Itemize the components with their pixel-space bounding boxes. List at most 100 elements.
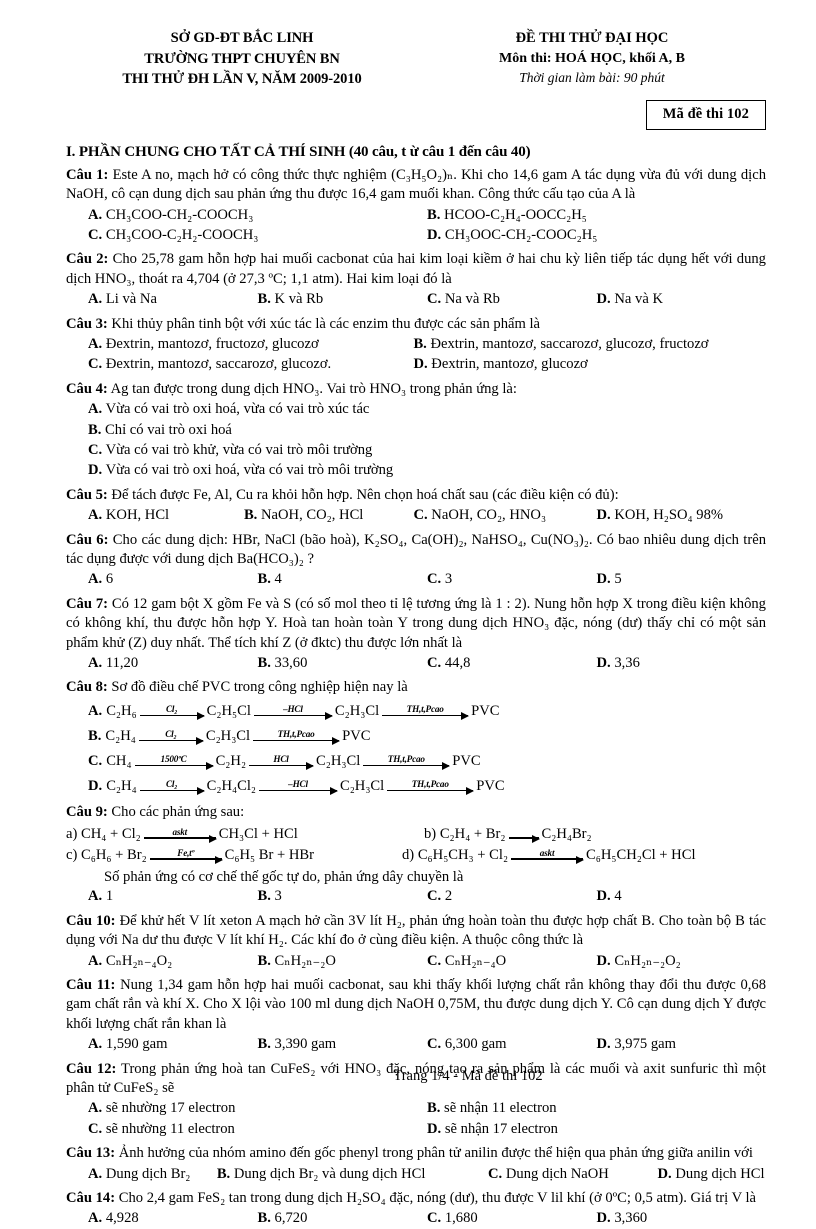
option-letter: B. bbox=[88, 421, 102, 438]
option-b[interactable]: B. Đextrin, mantozơ, saccarozơ, glucozơ,… bbox=[413, 335, 708, 354]
option-letter: A. bbox=[88, 401, 103, 418]
option-b[interactable]: B. sẽ nhận 11 electron bbox=[427, 1099, 766, 1118]
option-d[interactable]: D. 5 bbox=[597, 570, 767, 589]
option-a[interactable]: A. CH₃COO-CH₂-COOCH₃ bbox=[88, 206, 427, 225]
option-letter: A. bbox=[88, 1210, 103, 1227]
species: C₂H₆ bbox=[106, 703, 137, 720]
arrow-label: 1500ºC bbox=[160, 753, 187, 764]
q9-reaction-a: a) CH₄ + Cl₂ askt CH₃Cl + HCl bbox=[66, 826, 424, 843]
arrow-label: TH,t,Pcao bbox=[387, 753, 425, 764]
option-c[interactable]: C. CₙH₂ₙ₋₄O bbox=[427, 952, 597, 971]
reaction-arrow-icon: –HCl bbox=[258, 779, 338, 795]
option-b[interactable]: B. 4 bbox=[258, 570, 428, 589]
option-letter: C. bbox=[427, 1036, 442, 1053]
section-heading: I. PHẦN CHUNG CHO TẤT CẢ THÍ SINH (40 câ… bbox=[66, 143, 531, 160]
option-a[interactable]: A. 1,590 gam bbox=[88, 1035, 258, 1054]
option-c[interactable]: C. 1,680 bbox=[427, 1209, 597, 1228]
option-text: 5 bbox=[614, 571, 622, 588]
option-d[interactable]: D. CH₃OOC-CH₂-COOC₂H₅ bbox=[427, 226, 766, 245]
option-d[interactable]: D. Vừa có vai trò oxi hoá, vừa có vai tr… bbox=[88, 461, 766, 480]
option-a[interactable]: A. sẽ nhường 17 electron bbox=[88, 1099, 427, 1118]
option-b[interactable]: B. NaOH, CO₂, HCl bbox=[244, 506, 414, 525]
pvc-option-d[interactable]: D. C₂H₄ Cl₂ C₂H₄Cl₂ –HCl C₂H₃Cl TH,t,Pca… bbox=[88, 776, 766, 798]
option-b[interactable]: B. Chỉ có vai trò oxi hoá bbox=[88, 421, 766, 440]
question-6-options: A. 6 B. 4 C. 3 D. 5 bbox=[66, 570, 766, 589]
option-letter: B. bbox=[257, 1210, 271, 1227]
products: CH₃Cl + HCl bbox=[218, 826, 298, 843]
option-a[interactable]: A. 6 bbox=[88, 570, 258, 589]
option-d[interactable]: D. 4 bbox=[597, 887, 767, 906]
reaction-index: d) bbox=[402, 847, 415, 864]
option-d[interactable]: D. Dung dịch HCl bbox=[658, 1165, 765, 1184]
option-text: CₙH₂ₙ₋₂O₂ bbox=[614, 952, 681, 969]
option-c[interactable]: C. CH₃COO-C₂H₂-COOCH₃ bbox=[88, 226, 427, 245]
option-b[interactable]: B. CₙH₂ₙ₋₂O bbox=[258, 952, 428, 971]
products: C₆H₅ Br + HBr bbox=[224, 847, 315, 864]
option-b[interactable]: B. 3 bbox=[258, 887, 428, 906]
option-b[interactable]: B. K và Rb bbox=[258, 290, 428, 309]
option-text: Vừa có vai trò oxi hoá, vừa có vai trò m… bbox=[105, 462, 394, 479]
option-text: Li và Na bbox=[105, 291, 157, 308]
option-d[interactable]: D. 3,360 bbox=[597, 1209, 767, 1228]
option-a[interactable]: A. 1 bbox=[88, 887, 258, 906]
option-letter: A. bbox=[88, 1100, 103, 1117]
option-a[interactable]: A. Vừa có vai trò oxi hoá, vừa có vai tr… bbox=[88, 400, 766, 419]
reaction-arrow-icon: TH,t,Pcao bbox=[387, 779, 475, 795]
exam-title: ĐỀ THI THỬ ĐẠI HỌC bbox=[515, 30, 669, 46]
option-b[interactable]: B. 6,720 bbox=[258, 1209, 428, 1228]
option-text: 6 bbox=[105, 571, 114, 588]
q9-reaction-c: c) C₆H₆ + Br₂ Fe,tº C₆H₅ Br + HBr bbox=[66, 847, 402, 864]
option-b[interactable]: B. 3,390 gam bbox=[258, 1035, 428, 1054]
option-d[interactable]: D. KOH, H₂SO₄ 98% bbox=[596, 506, 723, 525]
option-c[interactable]: C. NaOH, CO₂, HNO₃ bbox=[413, 506, 596, 525]
option-a[interactable]: A. CₙH₂ₙ₋₄O₂ bbox=[88, 952, 258, 971]
option-d[interactable]: D. 3,36 bbox=[597, 654, 767, 673]
option-letter: B. bbox=[257, 291, 271, 308]
option-a[interactable]: A. KOH, HCl bbox=[88, 506, 244, 525]
option-letter: A. bbox=[88, 1165, 103, 1182]
page-footer: Trang 1/4 - Mã đề thi 102 bbox=[393, 1068, 543, 1084]
option-d[interactable]: D. CₙH₂ₙ₋₂O₂ bbox=[597, 952, 767, 971]
department-name: SỞ GD-ĐT BẮC LINH bbox=[170, 30, 314, 46]
pvc-option-b[interactable]: B. C₂H₄ Cl₂ C₂H₃Cl TH,t,Pcao PVC bbox=[88, 726, 766, 748]
option-a[interactable]: A. 11,20 bbox=[88, 654, 258, 673]
question-stem: Nung 1,34 gam hỗn hợp hai muối cacbonat,… bbox=[66, 976, 767, 1032]
option-d[interactable]: D. Na và K bbox=[597, 290, 767, 309]
option-d[interactable]: D. 3,975 gam bbox=[597, 1035, 767, 1054]
option-c[interactable]: C. Dung dịch NaOH bbox=[488, 1165, 658, 1184]
option-c[interactable]: C. 44,8 bbox=[427, 654, 597, 673]
option-a[interactable]: A. Dung dịch Br₂ bbox=[88, 1165, 217, 1184]
option-c[interactable]: C. 6,300 gam bbox=[427, 1035, 597, 1054]
option-b[interactable]: B. HCOO-C₂H₄-OOCC₂H₅ bbox=[427, 206, 766, 225]
option-letter: A. bbox=[88, 335, 103, 352]
option-text: CₙH₂ₙ₋₄O bbox=[444, 952, 507, 969]
question-7: Câu 7: Có 12 gam bột X gồm Fe và S (có s… bbox=[66, 595, 766, 653]
option-a[interactable]: A. Li và Na bbox=[88, 290, 258, 309]
option-c[interactable]: C. Đextrin, mantozơ, saccarozơ, glucozơ. bbox=[88, 355, 413, 374]
question-2: Câu 2: Cho 25,78 gam hỗn hợp hai muối ca… bbox=[66, 250, 766, 289]
option-a[interactable]: A. 4,928 bbox=[88, 1209, 258, 1228]
question-label: Câu 2: bbox=[66, 251, 109, 268]
species: PVC bbox=[452, 753, 481, 770]
option-letter: D. bbox=[596, 1036, 611, 1053]
option-c[interactable]: C. Vừa có vai trò khử, vừa có vai trò mô… bbox=[88, 441, 766, 460]
arrow-label: askt bbox=[539, 847, 555, 858]
option-c[interactable]: C. 2 bbox=[427, 887, 597, 906]
option-c[interactable]: C. Na và Rb bbox=[427, 290, 597, 309]
species: C₂H₄ bbox=[106, 778, 137, 795]
option-letter: A. bbox=[88, 291, 103, 308]
option-d[interactable]: D. Đextrin, mantozơ, glucozơ bbox=[413, 355, 587, 374]
option-c[interactable]: C. 3 bbox=[427, 570, 597, 589]
pvc-option-c[interactable]: C. CH₄ 1500ºC C₂H₂ HCl C₂H₃Cl TH,t,Pcao … bbox=[88, 751, 766, 773]
pvc-scheme: A. C₂H₆ Cl₂ C₂H₅Cl –HCl C₂H₃Cl TH,t,Pcao… bbox=[66, 701, 766, 798]
arrow-label: Cl₂ bbox=[166, 778, 178, 789]
question-14-options: A. 4,928 B. 6,720 C. 1,680 D. 3,360 bbox=[66, 1209, 766, 1228]
species: C₂H₃Cl bbox=[316, 753, 361, 770]
pvc-option-a[interactable]: A. C₂H₆ Cl₂ C₂H₅Cl –HCl C₂H₃Cl TH,t,Pcao… bbox=[88, 701, 766, 723]
option-b[interactable]: B. Dung dịch Br₂ và dung dịch HCl bbox=[217, 1165, 488, 1184]
option-a[interactable]: A. Đextrin, mantozơ, fructozơ, glucozơ bbox=[88, 335, 413, 354]
question-8: Câu 8: Sơ đồ điều chế PVC trong công ngh… bbox=[66, 678, 766, 697]
species: C₂H₃Cl bbox=[334, 703, 380, 720]
question-9: Câu 9: Cho các phản ứng sau: bbox=[66, 803, 766, 822]
option-b[interactable]: B. 33,60 bbox=[258, 654, 428, 673]
